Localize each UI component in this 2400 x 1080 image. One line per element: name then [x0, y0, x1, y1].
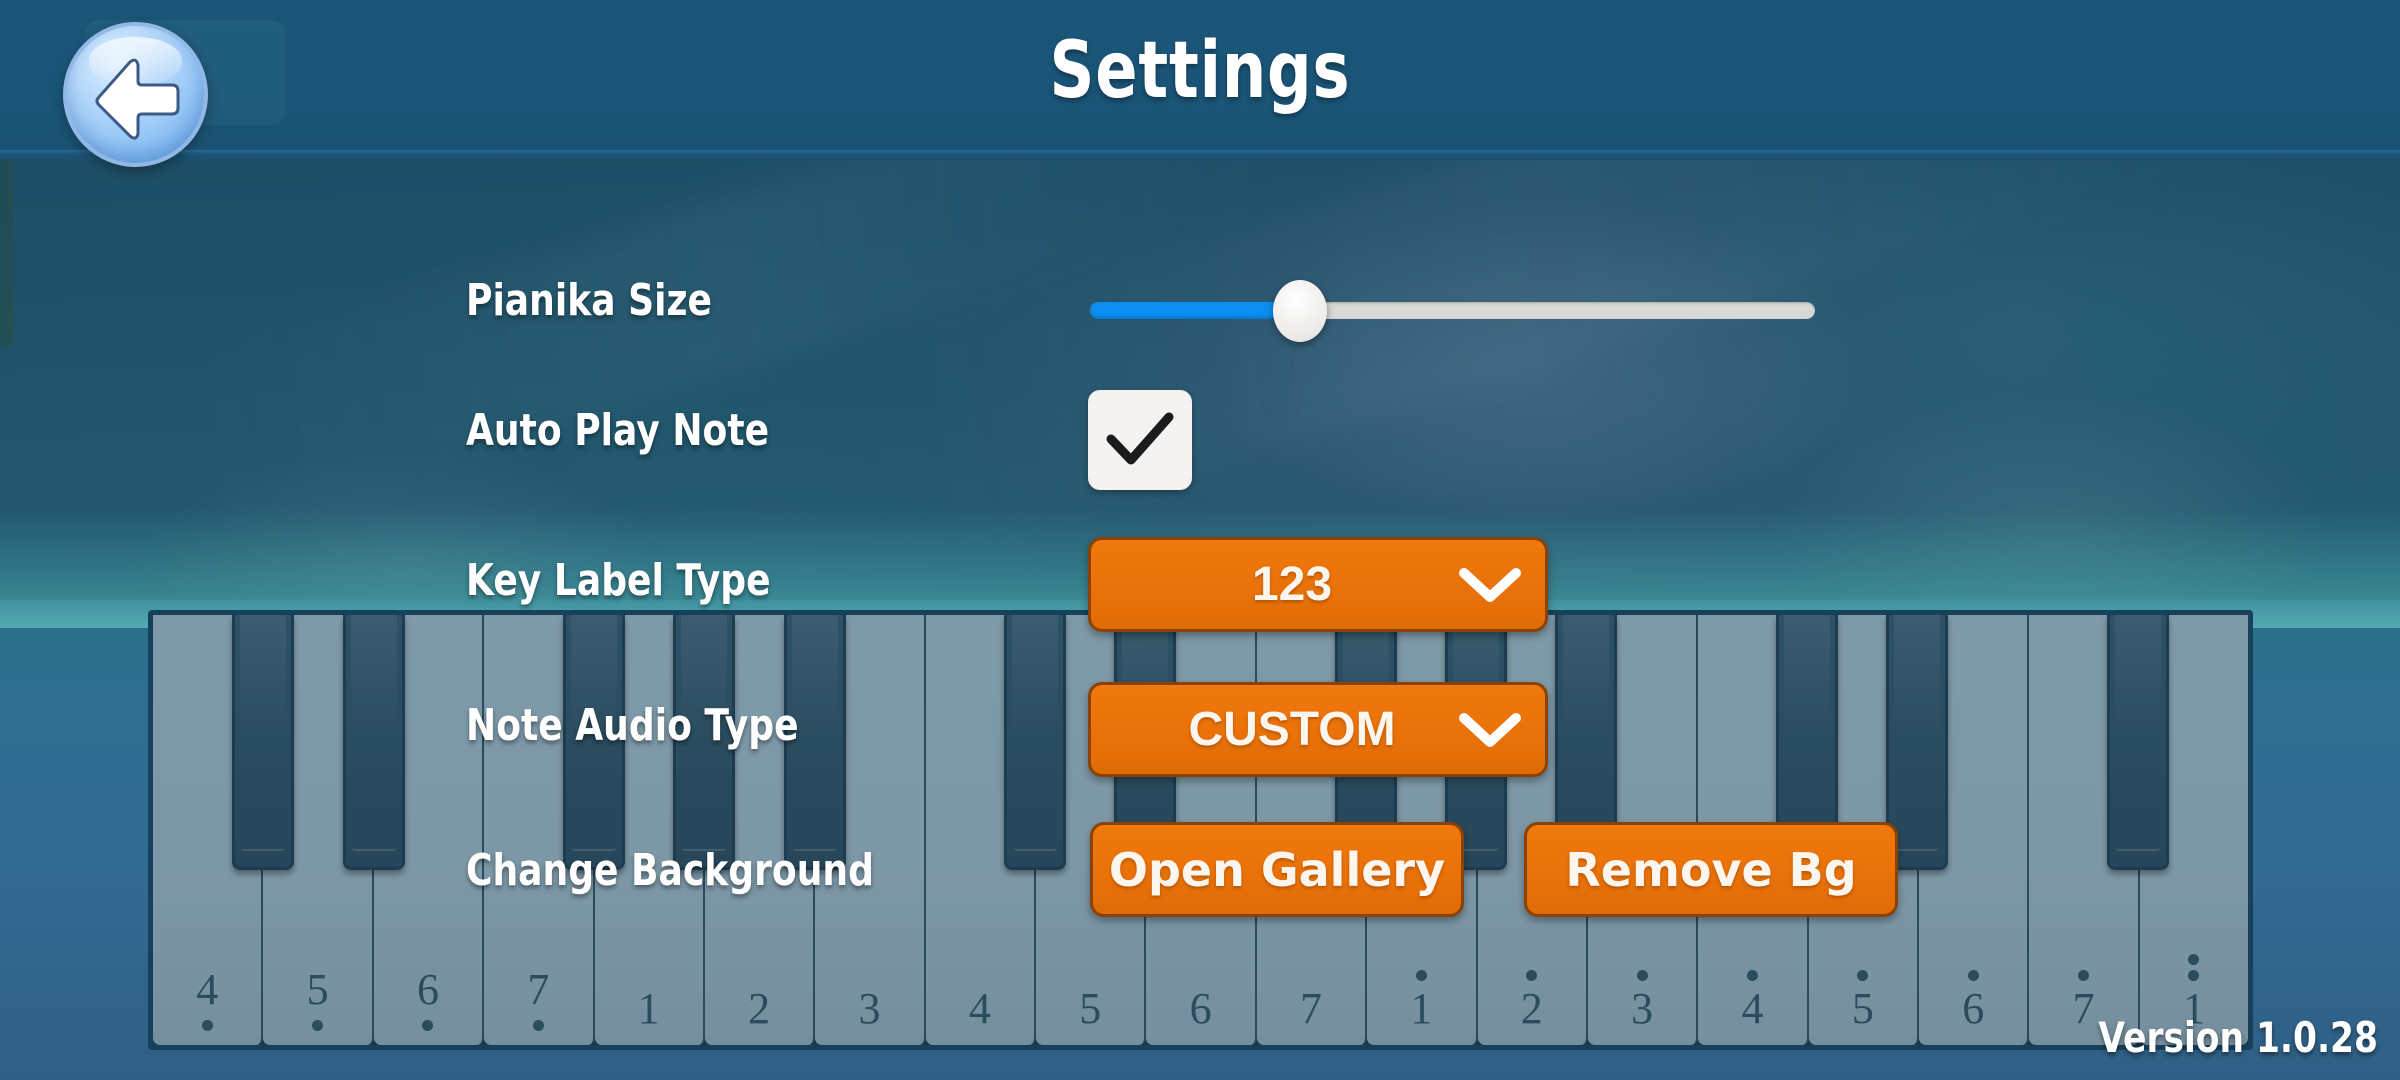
remove-bg-button[interactable]: Remove Bg	[1524, 822, 1898, 917]
label-change-background: Change Background	[466, 845, 874, 896]
piano-key-label: 6	[1962, 984, 1985, 1033]
piano-key-label: 4	[1741, 984, 1764, 1033]
octave-dot	[2188, 970, 2200, 981]
octave-dot	[2188, 954, 2200, 965]
piano-key-label: 1	[1410, 984, 1433, 1033]
octave-dot	[312, 1020, 324, 1031]
label-note-audio-type: Note Audio Type	[466, 700, 799, 751]
piano-key-label: 3	[1631, 984, 1654, 1033]
piano-key-label: 1	[637, 984, 660, 1033]
octave-dots-above	[1415, 970, 1427, 981]
octave-dot	[201, 1020, 213, 1031]
key-label-type-dropdown[interactable]: 123	[1088, 537, 1548, 632]
piano-black-key[interactable]	[1004, 615, 1067, 870]
octave-dots-above	[1746, 970, 1758, 981]
octave-dot	[532, 1020, 544, 1031]
octave-dots-above	[2188, 954, 2200, 981]
slider-fill	[1090, 302, 1301, 319]
octave-dot	[1857, 970, 1869, 981]
piano-key-label: 2	[1520, 984, 1543, 1033]
piano-key-label: 6	[1189, 984, 1212, 1033]
octave-dot	[1746, 970, 1758, 981]
auto-play-note-checkbox[interactable]	[1088, 390, 1192, 490]
octave-dots-above	[1967, 970, 1979, 981]
octave-dots-below	[422, 1020, 434, 1031]
piano-black-key[interactable]	[232, 615, 295, 870]
key-label-type-value: 123	[1251, 558, 1333, 611]
note-audio-type-value: CUSTOM	[1188, 703, 1396, 756]
piano-key-label: 7	[2072, 984, 2095, 1033]
open-gallery-label: Open Gallery	[1108, 842, 1446, 897]
chevron-down-icon	[1435, 712, 1545, 748]
piano-key-label: 7	[1299, 984, 1322, 1033]
note-audio-type-dropdown[interactable]: CUSTOM	[1088, 682, 1548, 777]
label-auto-play-note: Auto Play Note	[466, 405, 770, 456]
screen-edge-handle[interactable]	[0, 158, 14, 348]
arrow-left-icon	[95, 58, 180, 140]
octave-dots-above	[1526, 970, 1538, 981]
octave-dots-above	[2078, 970, 2090, 981]
piano-key-label: 7	[527, 965, 550, 1014]
octave-dot	[1526, 970, 1538, 981]
octave-dots-above	[1636, 970, 1648, 981]
remove-bg-label: Remove Bg	[1565, 842, 1857, 897]
slider-thumb[interactable]	[1273, 280, 1328, 342]
piano-key-label: 2	[748, 984, 771, 1033]
octave-dots-below	[312, 1020, 324, 1031]
label-pianika-size: Pianika Size	[466, 275, 712, 326]
version-label: Version 1.0.28	[2098, 1013, 2378, 1062]
octave-dot	[1967, 970, 1979, 981]
back-button[interactable]	[63, 22, 208, 167]
settings-screen: Settings 4567123456712345671 Pianika Siz…	[0, 0, 2400, 1080]
page-title: Settings	[1049, 26, 1351, 116]
octave-dot	[422, 1020, 434, 1031]
chevron-down-icon	[1435, 567, 1545, 603]
octave-dots-below	[201, 1020, 213, 1031]
octave-dots-below	[532, 1020, 544, 1031]
octave-dot	[1636, 970, 1648, 981]
piano-key-label: 5	[306, 965, 329, 1014]
check-icon	[1106, 412, 1174, 465]
piano-key-label: 4	[196, 965, 219, 1014]
piano-key-label: 5	[1079, 984, 1102, 1033]
octave-dot	[2078, 970, 2090, 981]
piano-black-key[interactable]	[342, 615, 405, 870]
piano-black-key[interactable]	[2106, 615, 2169, 870]
label-key-label-type: Key Label Type	[466, 555, 771, 606]
octave-dots-above	[1857, 970, 1869, 981]
piano-key-label: 4	[968, 984, 991, 1033]
open-gallery-button[interactable]: Open Gallery	[1090, 822, 1464, 917]
piano-key-label: 3	[858, 984, 881, 1033]
piano-key-label: 6	[416, 965, 439, 1014]
piano-key-label: 5	[1851, 984, 1874, 1033]
pianika-size-slider[interactable]	[1090, 280, 1815, 342]
top-bar-underline	[0, 150, 2400, 156]
octave-dot	[1415, 970, 1427, 981]
